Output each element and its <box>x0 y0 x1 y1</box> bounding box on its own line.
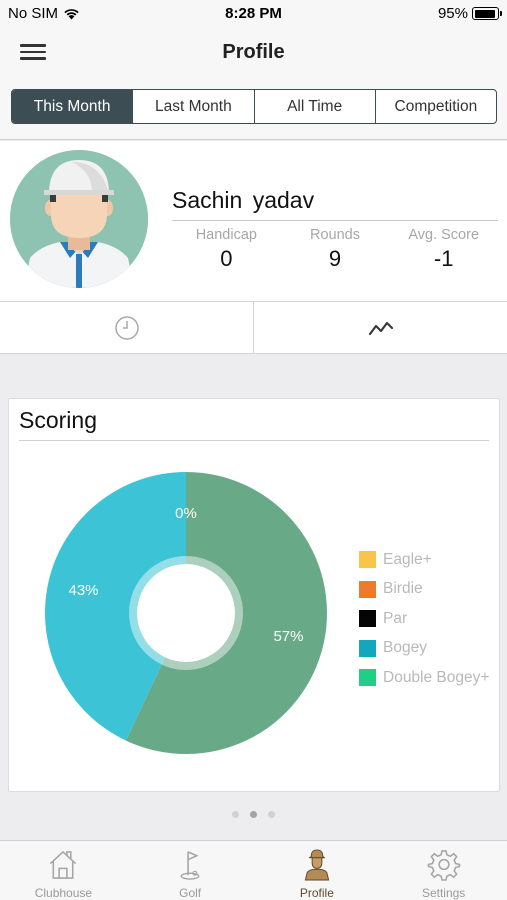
golfer-profile-icon <box>304 849 330 881</box>
battery-indicator: 95% <box>437 5 502 22</box>
stat-handicap: Handicap 0 <box>172 227 281 272</box>
donut-label-eagle-: 0% <box>175 505 197 522</box>
tab-label: Clubhouse <box>34 886 93 900</box>
view-toggle <box>0 302 507 354</box>
tab-label: Golf <box>179 886 202 900</box>
tab-clubhouse[interactable]: Clubhouse <box>0 841 127 900</box>
scoring-donut-chart: 0% 57% 43% <box>44 472 327 754</box>
donut-inner-ring <box>129 556 243 670</box>
tab-label: Profile <box>299 886 334 900</box>
legend-item-par[interactable]: Par <box>359 604 489 634</box>
scoring-card: Scoring 0% 57% 43% Eagle+ Birdie Par Bogey… <box>8 398 500 792</box>
battery-fill <box>474 9 496 18</box>
legend-swatch <box>359 639 376 657</box>
stat-label: Handicap <box>195 227 257 243</box>
legend-swatch <box>359 551 376 569</box>
tab-label: Settings <box>421 886 466 900</box>
segment-all-time[interactable]: All Time <box>255 90 376 123</box>
player-name: Sachin yadav <box>172 187 498 221</box>
page-title: Profile <box>222 41 285 63</box>
legend-label: Bogey <box>383 639 427 657</box>
stat-value: 0 <box>220 246 233 271</box>
legend-swatch <box>359 610 376 628</box>
navigation-bar: Profile <box>0 28 507 76</box>
clubhouse-icon <box>50 850 77 879</box>
period-filter-bar: This Month Last Month All Time Competiti… <box>0 76 507 140</box>
stat-value: 9 <box>328 246 342 271</box>
donut-label-par: 57% <box>273 628 303 645</box>
golfer-avatar[interactable] <box>10 150 148 288</box>
legend-swatch <box>359 580 376 598</box>
legend-item-birdie[interactable]: Birdie <box>359 575 489 605</box>
tab-settings[interactable]: Settings <box>380 841 507 900</box>
status-bar: No SIM 8:28 PM 95% <box>0 0 507 28</box>
legend-label: Double Bogey+ <box>383 668 490 686</box>
segment-this-month[interactable]: This Month <box>12 90 134 123</box>
scoring-legend: Eagle+ Birdie Par Bogey Double Bogey+ <box>359 545 489 693</box>
tab-profile[interactable]: Profile <box>254 841 381 900</box>
legend-label: Birdie <box>383 580 423 598</box>
stat-label: Rounds <box>310 227 360 243</box>
stat-value: -1 <box>433 246 454 271</box>
gear-icon <box>427 850 460 881</box>
trend-line-icon <box>368 321 393 335</box>
page-indicator[interactable] <box>0 811 507 818</box>
stat-rounds: Rounds 9 <box>281 227 390 272</box>
segment-last-month[interactable]: Last Month <box>133 90 255 123</box>
battery-icon <box>472 7 502 20</box>
stat-label: Avg. Score <box>408 227 480 243</box>
donut-label-bogey: 43% <box>69 582 99 599</box>
legend-item-eagle[interactable]: Eagle+ <box>359 545 489 575</box>
history-view-button[interactable] <box>0 302 254 353</box>
period-segmented-control: This Month Last Month All Time Competiti… <box>11 89 497 124</box>
tab-golf[interactable]: Golf <box>127 841 254 900</box>
segment-competition[interactable]: Competition <box>376 90 496 123</box>
player-stats: Handicap 0 Rounds 9 Avg. Score -1 <box>172 227 498 272</box>
legend-item-double-bogey[interactable]: Double Bogey+ <box>359 663 489 693</box>
page-dot[interactable] <box>250 811 257 818</box>
stat-avg-score: Avg. Score -1 <box>389 227 498 272</box>
clock-icon <box>114 315 139 340</box>
legend-swatch <box>359 669 376 687</box>
legend-label: Par <box>383 609 408 627</box>
page-dot[interactable] <box>232 811 239 818</box>
profile-header: Sachin yadav Handicap 0 Rounds 9 Avg. Sc… <box>0 141 507 302</box>
legend-item-bogey[interactable]: Bogey <box>359 634 489 664</box>
golf-flag-icon <box>180 851 200 880</box>
battery-percent: 95% <box>437 5 468 22</box>
page-dot[interactable] <box>268 811 275 818</box>
golfer-avatar-image <box>10 150 148 288</box>
legend-label: Eagle+ <box>383 550 432 568</box>
trend-view-button[interactable] <box>254 302 507 353</box>
tab-bar: Clubhouse Golf Profile Settings <box>0 840 507 900</box>
status-time: 8:28 PM <box>225 5 282 22</box>
